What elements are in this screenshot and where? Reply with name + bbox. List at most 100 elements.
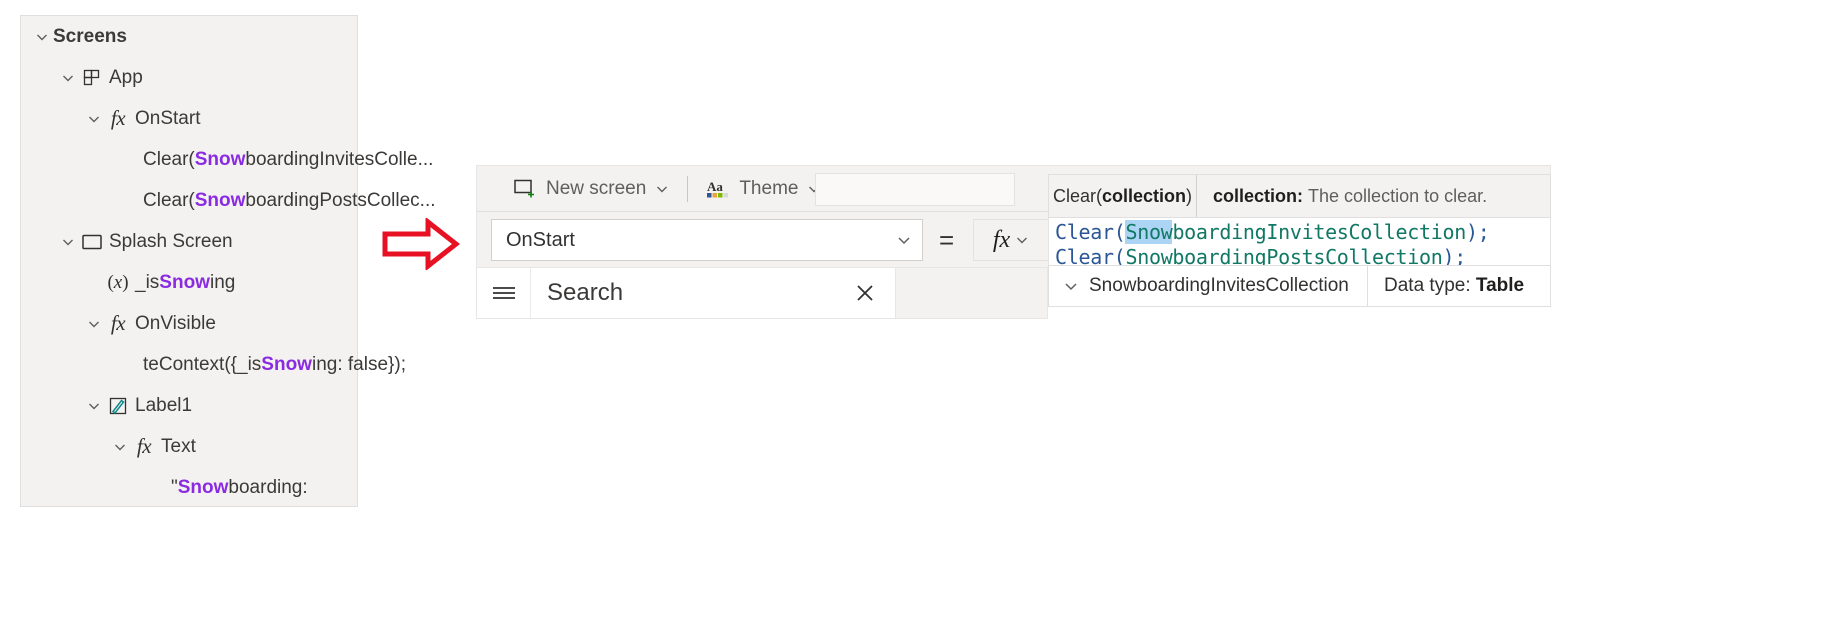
description-param-name: collection: bbox=[1213, 185, 1304, 206]
tree-row-label: Label1 bbox=[135, 394, 193, 416]
variable-x-icon: (x) bbox=[107, 271, 129, 293]
fx-icon: fx bbox=[992, 226, 1011, 253]
formula-identifier: boardingInvitesCollection bbox=[1172, 220, 1466, 244]
fx-icon: fx bbox=[110, 106, 126, 130]
chevron-down-icon[interactable] bbox=[83, 395, 105, 417]
new-screen-button[interactable]: New screen bbox=[501, 166, 681, 212]
function-signature: Clear(collection) bbox=[1049, 175, 1197, 217]
toolbar-divider bbox=[687, 175, 689, 202]
tree-row-label: Clear(SnowboardingPostsCollec... bbox=[143, 190, 436, 212]
tree-row-label: Clear(SnowboardingInvitesColle... bbox=[143, 149, 433, 171]
formula-selected-text: Snow bbox=[1125, 220, 1173, 244]
svg-text:Aa: Aa bbox=[707, 179, 723, 194]
signature-suffix: ) bbox=[1186, 185, 1193, 206]
formula-identifier: SnowboardingPostsCollection bbox=[1125, 245, 1443, 267]
tree-row-label: _isSnowing bbox=[135, 272, 235, 294]
data-type-label: Data type: bbox=[1384, 275, 1471, 296]
tree-row-formula-result[interactable]: "Snowboarding: bbox=[21, 467, 357, 508]
signature-prefix: Clear( bbox=[1052, 185, 1102, 206]
match-prefix: _is bbox=[135, 271, 160, 293]
suggestion-row[interactable]: SnowboardingInvitesCollection Data type:… bbox=[1048, 265, 1551, 307]
tree-row-formula-result[interactable]: teContext({_isSnowing: false}); bbox=[21, 344, 406, 385]
fx-icon: fx bbox=[136, 434, 152, 458]
search-match-highlight: Snow bbox=[177, 476, 229, 498]
chevron-down-icon[interactable] bbox=[57, 67, 79, 89]
tree-row-onstart[interactable]: fx OnStart bbox=[21, 98, 357, 139]
label-pencil-icon bbox=[105, 395, 131, 417]
toolbar-empty-field[interactable] bbox=[815, 173, 1015, 206]
tree-row-label: OnStart bbox=[135, 107, 201, 129]
fx-expand-button[interactable]: fx bbox=[973, 219, 1049, 261]
chevron-down-icon[interactable] bbox=[655, 182, 669, 196]
match-suffix: boardingPostsCollec... bbox=[245, 189, 436, 211]
match-prefix: teContext({_is bbox=[143, 353, 262, 375]
formula-open-paren: ( bbox=[1113, 245, 1126, 267]
chevron-down-icon[interactable] bbox=[31, 26, 53, 48]
tree-row-label1[interactable]: Label1 bbox=[21, 385, 357, 426]
search-bar: Search bbox=[476, 267, 896, 319]
signature-param: collection bbox=[1102, 185, 1187, 206]
tree-row-splash-screen[interactable]: Splash Screen bbox=[21, 221, 357, 262]
search-input[interactable]: Search bbox=[547, 279, 845, 307]
tree-row-label: OnVisible bbox=[135, 312, 216, 334]
tree-row-screens[interactable]: Screens bbox=[21, 16, 357, 57]
tree-row-label: "Snowboarding: bbox=[171, 477, 308, 499]
search-match-highlight: Snow bbox=[194, 148, 246, 170]
chevron-down-icon[interactable] bbox=[1063, 278, 1079, 294]
theme-label: Theme bbox=[739, 177, 799, 199]
match-suffix: boarding: bbox=[228, 476, 308, 498]
equals-sign: = bbox=[939, 225, 955, 255]
close-x-icon[interactable] bbox=[845, 273, 885, 313]
match-prefix: Clear( bbox=[143, 148, 195, 170]
theme-button[interactable]: Aa Theme bbox=[694, 166, 833, 212]
tree-row-label: Screens bbox=[53, 25, 127, 47]
formula-code-editor[interactable]: Clear(SnowboardingInvitesCollection); Cl… bbox=[1048, 215, 1551, 267]
suggestion-name-cell[interactable]: SnowboardingInvitesCollection bbox=[1049, 266, 1368, 306]
tree-row-text-property[interactable]: fx Text bbox=[21, 426, 357, 467]
suggestion-datatype-cell: Data type: Table bbox=[1368, 266, 1550, 306]
tree-row-onvisible[interactable]: fx OnVisible bbox=[21, 303, 357, 344]
data-type-value: Table bbox=[1475, 275, 1525, 296]
property-select[interactable]: OnStart bbox=[491, 219, 923, 261]
formula-close-paren: ) bbox=[1465, 220, 1478, 244]
match-suffix: ing: false}); bbox=[311, 353, 406, 375]
tree-row-label: teContext({_isSnowing: false}); bbox=[143, 354, 406, 376]
formula-function-name: Clear bbox=[1055, 220, 1114, 244]
intellisense-tooltip: Clear(collection) collection: The collec… bbox=[1048, 174, 1551, 218]
formula-code-line: Clear(SnowboardingInvitesCollection); bbox=[1055, 220, 1550, 245]
new-screen-icon bbox=[513, 178, 537, 200]
screen-rect-icon bbox=[79, 231, 105, 253]
right-arrow-annotation bbox=[382, 216, 461, 275]
tree-row-variable-issnowing[interactable]: (x) _isSnowing bbox=[21, 262, 357, 303]
chevron-down-icon[interactable] bbox=[896, 232, 912, 248]
new-screen-label: New screen bbox=[546, 177, 647, 199]
tree-row-formula-result[interactable]: Clear(SnowboardingPostsCollec... bbox=[21, 180, 436, 221]
search-match-highlight: Snow bbox=[159, 271, 210, 293]
tree-row-label: App bbox=[109, 66, 143, 88]
app-grid-icon bbox=[79, 67, 105, 89]
chevron-down-icon[interactable] bbox=[83, 313, 105, 335]
match-prefix: " bbox=[171, 476, 178, 498]
screenshot-stage: Screens App fx OnStart Clear(Snowboardin… bbox=[0, 0, 1825, 626]
match-prefix: Clear( bbox=[143, 189, 195, 211]
tree-row-label: Text bbox=[161, 435, 196, 457]
tree-row-app[interactable]: App bbox=[21, 57, 357, 98]
formula-semicolon: ; bbox=[1477, 220, 1490, 244]
parameter-description: collection: The collection to clear. bbox=[1197, 175, 1550, 217]
chevron-down-icon[interactable] bbox=[1015, 233, 1029, 247]
hamburger-icon[interactable] bbox=[477, 268, 531, 318]
chevron-down-icon[interactable] bbox=[83, 108, 105, 130]
chevron-down-icon[interactable] bbox=[57, 231, 79, 253]
formula-bar-panel: New screen Aa Theme OnStart = fx Search … bbox=[476, 165, 1551, 320]
tree-row-label: Splash Screen bbox=[109, 230, 233, 252]
chevron-down-icon[interactable] bbox=[109, 436, 131, 458]
property-select-value: OnStart bbox=[506, 228, 575, 251]
search-match-highlight: Snow bbox=[194, 189, 246, 211]
tree-view-panel: Screens App fx OnStart Clear(Snowboardin… bbox=[20, 15, 436, 508]
formula-function-name: Clear bbox=[1055, 245, 1114, 267]
search-input-wrapper[interactable]: Search bbox=[531, 268, 895, 318]
search-match-highlight: Snow bbox=[261, 353, 312, 375]
formula-close-paren: ) bbox=[1442, 245, 1455, 267]
description-text: The collection to clear. bbox=[1308, 185, 1488, 206]
tree-row-formula-result[interactable]: Clear(SnowboardingInvitesColle... bbox=[21, 139, 433, 180]
